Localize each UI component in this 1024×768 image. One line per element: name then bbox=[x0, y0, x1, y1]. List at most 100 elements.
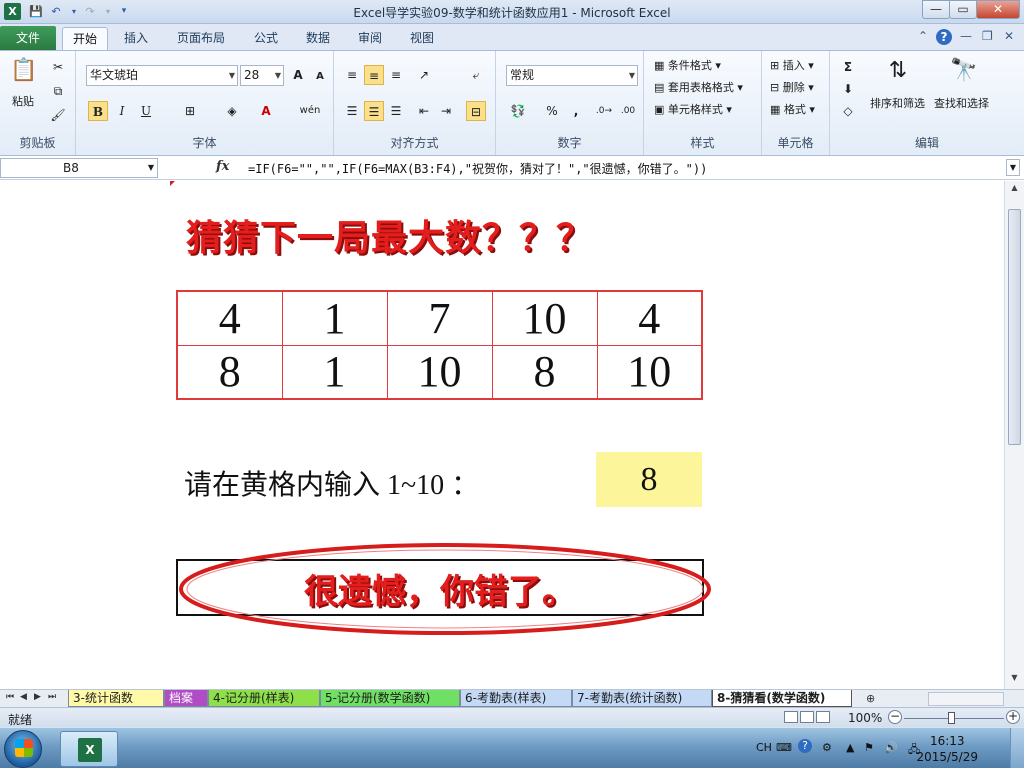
grid-cell[interactable]: 10 bbox=[491, 290, 598, 346]
first-sheet-icon[interactable]: ⏮ bbox=[6, 692, 14, 702]
font-color-button[interactable]: A bbox=[256, 101, 276, 121]
grid-cell[interactable]: 8 bbox=[491, 344, 598, 400]
border-icon[interactable]: ⊞ bbox=[180, 101, 200, 121]
align-left-icon[interactable]: ☰ bbox=[342, 101, 362, 121]
merge-center-icon[interactable]: ⊟ bbox=[466, 101, 486, 121]
sheet-tab[interactable]: 7-考勤表(统计函数) bbox=[572, 690, 712, 707]
tray-options-icon[interactable]: ⚙ bbox=[822, 741, 832, 754]
decrease-indent-icon[interactable]: ⇤ bbox=[414, 101, 434, 121]
horizontal-scrollbar[interactable] bbox=[928, 692, 1004, 706]
percent-button[interactable]: % bbox=[542, 101, 562, 121]
copy-icon[interactable]: ⧉ bbox=[48, 81, 68, 101]
grow-font-button[interactable]: A bbox=[288, 65, 308, 85]
shrink-font-button[interactable]: A bbox=[310, 67, 330, 87]
insert-cells-button[interactable]: ⊞ 插入 ▾ bbox=[770, 57, 814, 73]
minimize-button[interactable]: — bbox=[922, 0, 950, 19]
system-clock[interactable]: 16:13 2015/5/29 bbox=[916, 733, 978, 765]
comma-button[interactable]: , bbox=[566, 101, 586, 121]
tab-view[interactable]: 视图 bbox=[402, 27, 442, 50]
tab-review[interactable]: 审阅 bbox=[350, 27, 390, 50]
expand-formula-bar-icon[interactable]: ▼ bbox=[1006, 159, 1020, 176]
wrap-text-icon[interactable]: ⤶ bbox=[466, 65, 486, 85]
bold-button[interactable]: B bbox=[88, 101, 108, 121]
cell-styles-button[interactable]: ▣ 单元格样式 ▾ bbox=[654, 101, 732, 117]
font-size-combo[interactable]: 28 ▼ bbox=[240, 65, 284, 86]
zoom-out-icon[interactable]: − bbox=[888, 710, 902, 724]
fill-icon[interactable]: ⬇ bbox=[838, 79, 858, 99]
italic-button[interactable]: I bbox=[112, 101, 132, 121]
grid-cell[interactable]: 7 bbox=[386, 290, 493, 346]
worksheet[interactable]: 猜猜下一局最大数？？？ 4 1 7 10 4 8 1 10 8 10 请在黄格内… bbox=[0, 181, 1004, 689]
sheet-tab[interactable]: 5-记分册(数学函数) bbox=[320, 690, 460, 707]
autosum-button[interactable]: Σ bbox=[838, 57, 858, 77]
format-painter-icon[interactable]: 🖌 bbox=[48, 105, 68, 125]
show-desktop-button[interactable] bbox=[1010, 728, 1024, 768]
page-break-view-icon[interactable] bbox=[816, 711, 830, 723]
zoom-level[interactable]: 100% bbox=[848, 711, 882, 725]
cut-icon[interactable]: ✂ bbox=[48, 57, 68, 77]
action-center-flag-icon[interactable]: ⚑ bbox=[864, 741, 874, 754]
tab-file[interactable]: 文件 bbox=[0, 26, 56, 50]
fill-color-icon[interactable]: ◈ bbox=[222, 101, 242, 121]
sheet-tab[interactable]: 4-记分册(样表) bbox=[208, 690, 320, 707]
align-right-icon[interactable]: ☰ bbox=[386, 101, 406, 121]
sheet-tab[interactable]: 6-考勤表(样表) bbox=[460, 690, 572, 707]
workbook-close-icon[interactable]: ✕ bbox=[1004, 29, 1014, 43]
tab-data[interactable]: 数据 bbox=[298, 27, 338, 50]
format-as-table-button[interactable]: ▤ 套用表格格式 ▾ bbox=[654, 79, 743, 95]
workbook-restore-icon[interactable]: ❐ bbox=[982, 29, 993, 43]
align-top-icon[interactable]: ≡ bbox=[342, 65, 362, 85]
grid-cell[interactable]: 4 bbox=[176, 290, 283, 346]
name-box[interactable]: B8 ▼ bbox=[0, 158, 158, 178]
maximize-button[interactable]: ▭ bbox=[949, 0, 977, 19]
font-name-combo[interactable]: 华文琥珀 ▼ bbox=[86, 65, 238, 86]
scrollbar-thumb[interactable] bbox=[1008, 209, 1021, 445]
zoom-slider-thumb[interactable] bbox=[948, 712, 955, 724]
phonetic-button[interactable]: wén bbox=[296, 101, 324, 121]
paste-button[interactable]: 粘贴 bbox=[12, 93, 34, 109]
increase-decimal-icon[interactable]: .0→ bbox=[594, 101, 614, 121]
sort-filter-icon[interactable]: ⇅ bbox=[882, 55, 914, 87]
orientation-icon[interactable]: ↗ bbox=[414, 65, 434, 85]
find-select-button[interactable]: 查找和选择 bbox=[934, 95, 989, 111]
binoculars-icon[interactable]: 🔭 bbox=[948, 55, 980, 87]
currency-icon[interactable]: 💱 bbox=[508, 101, 528, 121]
zoom-in-icon[interactable]: + bbox=[1006, 710, 1020, 724]
sort-filter-button[interactable]: 排序和筛选 bbox=[870, 95, 925, 111]
last-sheet-icon[interactable]: ⏭ bbox=[48, 692, 56, 702]
workbook-minimize-icon[interactable]: — bbox=[960, 29, 972, 43]
close-button[interactable]: ✕ bbox=[976, 0, 1020, 19]
page-layout-view-icon[interactable] bbox=[800, 711, 814, 723]
grid-cell[interactable]: 8 bbox=[176, 344, 283, 400]
next-sheet-icon[interactable]: ▶ bbox=[34, 692, 41, 702]
sheet-tab-active[interactable]: 8-猜猜看(数学函数) bbox=[712, 690, 852, 707]
formula-input[interactable]: =IF(F6="","",IF(F6=MAX(B3:F4),"祝贺你，猜对了！"… bbox=[248, 160, 707, 177]
grid-cell[interactable]: 4 bbox=[596, 290, 703, 346]
normal-view-icon[interactable] bbox=[784, 711, 798, 723]
taskbar-excel-button[interactable]: X bbox=[60, 731, 118, 767]
clear-icon[interactable]: ◇ bbox=[838, 101, 858, 121]
paste-icon[interactable]: 📋 bbox=[8, 55, 40, 87]
align-middle-icon[interactable]: ≡ bbox=[364, 65, 384, 85]
keyboard-icon[interactable]: ⌨ bbox=[776, 741, 792, 754]
new-sheet-icon[interactable]: ⊕ bbox=[866, 692, 875, 705]
grid-cell[interactable]: 1 bbox=[281, 344, 388, 400]
tab-page-layout[interactable]: 页面布局 bbox=[170, 27, 232, 50]
increase-indent-icon[interactable]: ⇥ bbox=[436, 101, 456, 121]
sheet-tab[interactable]: 档案 bbox=[164, 690, 208, 707]
start-button[interactable] bbox=[4, 730, 42, 768]
vertical-scrollbar[interactable]: ▲ ▼ bbox=[1004, 181, 1024, 689]
underline-button[interactable]: U bbox=[136, 101, 156, 121]
help-icon[interactable]: ? bbox=[936, 29, 952, 45]
show-hidden-icons[interactable]: ▲ bbox=[846, 741, 854, 754]
grid-cell[interactable]: 1 bbox=[281, 290, 388, 346]
align-center-icon[interactable]: ☰ bbox=[364, 101, 384, 121]
conditional-format-button[interactable]: ▦ 条件格式 ▾ bbox=[654, 57, 721, 73]
volume-icon[interactable]: 🔊 bbox=[884, 741, 898, 754]
tab-home[interactable]: 开始 bbox=[62, 27, 108, 50]
number-format-combo[interactable]: 常规 ▼ bbox=[506, 65, 638, 86]
decrease-decimal-icon[interactable]: .00 bbox=[618, 101, 638, 121]
scroll-down-icon[interactable]: ▼ bbox=[1008, 673, 1021, 687]
prev-sheet-icon[interactable]: ◀ bbox=[20, 692, 27, 702]
help-tray-icon[interactable]: ? bbox=[798, 739, 812, 753]
